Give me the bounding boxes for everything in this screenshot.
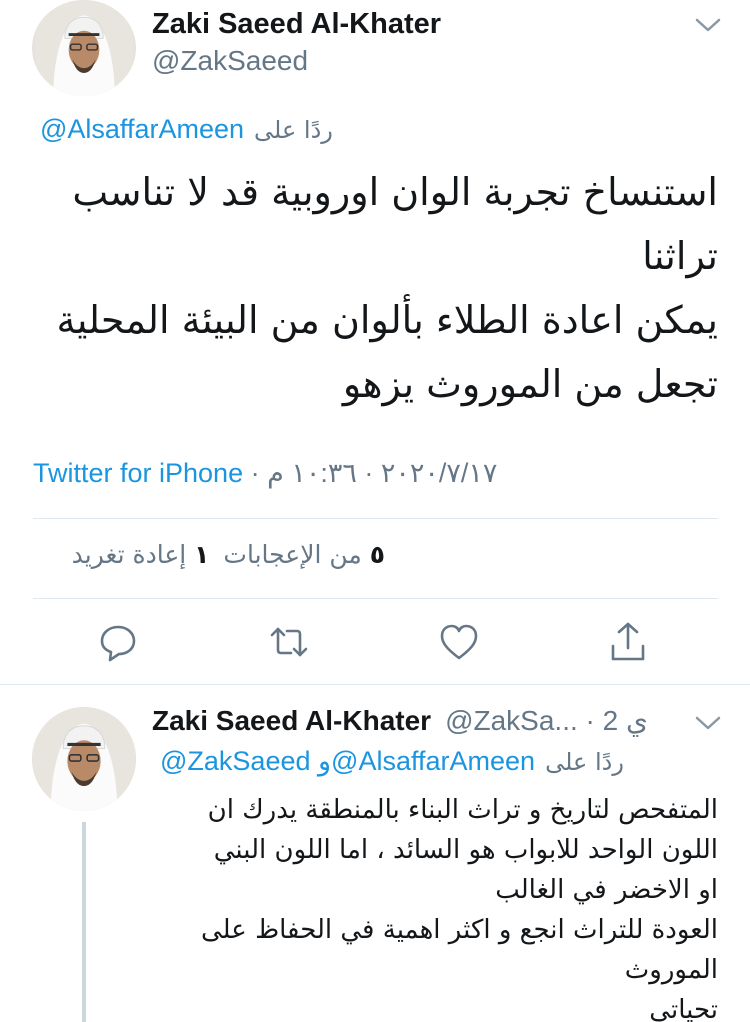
meta-separator: · xyxy=(243,458,268,488)
reply-replying-to-handles[interactable]: @ZakSaeed و@AlsaffarAmeen xyxy=(160,746,535,776)
reply-author-avatar[interactable] xyxy=(32,707,136,811)
reply-text-line: المتفحص لتاريخ و تراث البناء بالمنطقة يد… xyxy=(207,795,718,825)
reply-replying-to-prefix: ردًا على xyxy=(545,748,624,776)
retweets-count: ١ xyxy=(194,540,210,569)
likes-count: ٥ xyxy=(369,540,385,569)
tweet-text: استنساخ تجربة الوان اوروبية قد لا تناسب … xyxy=(28,160,719,416)
chevron-down-icon[interactable] xyxy=(694,14,722,36)
heart-icon[interactable] xyxy=(437,620,481,664)
tweet-time: ١٠:٣٦ م xyxy=(267,458,357,488)
replying-to-handle[interactable]: @AlsaffarAmeen xyxy=(40,114,244,144)
reply-replying-to: @ZakSaeed و@AlsaffarAmeen ردًا على xyxy=(160,746,624,777)
retweets-stat[interactable]: ١ إعادة تغريد xyxy=(72,540,210,569)
thread-line xyxy=(82,822,86,1022)
reply-text-line: الموروث xyxy=(624,955,718,985)
replying-to: @AlsaffarAmeen ردًا على xyxy=(40,114,333,145)
reply-tweet-text: المتفحص لتاريخ و تراث البناء بالمنطقة يد… xyxy=(148,790,718,1022)
tweet-meta: Twitter for iPhone · ٢٠٢٠/٧/١٧ · ١٠:٣٦ م xyxy=(33,458,497,489)
meta-separator: · xyxy=(577,705,603,736)
divider xyxy=(33,518,718,519)
reply-time[interactable]: 2 ي xyxy=(603,705,648,736)
likes-stat[interactable]: ٥ من الإعجابات xyxy=(223,540,385,569)
meta-separator: · xyxy=(356,458,381,488)
reply-text-line: تحياتي xyxy=(649,995,718,1022)
tweet-text-line: تراثنا xyxy=(642,234,718,278)
likes-label: من الإعجابات xyxy=(223,540,362,569)
tweet-source-link[interactable]: Twitter for iPhone xyxy=(33,458,243,488)
avatar-image xyxy=(32,707,136,811)
tweet-text-line: استنساخ تجربة الوان اوروبية قد لا تناسب xyxy=(72,170,718,214)
reply-text-line: اللون الواحد للابواب هو السائد ، اما الل… xyxy=(213,835,718,865)
reply-text-line: العودة للتراث انجع و اكثر اهمية في الحفا… xyxy=(201,915,718,945)
reply-text-line: او الاخضر في الغالب xyxy=(495,875,718,905)
author-handle[interactable]: @ZakSaeed xyxy=(152,45,308,77)
retweet-icon[interactable] xyxy=(267,620,311,664)
tweet-date: ٢٠٢٠/٧/١٧ xyxy=(380,458,498,488)
reply-author-handle[interactable]: @ZakSa... xyxy=(445,705,578,736)
section-divider xyxy=(0,684,750,685)
tweet-stats: ٥ من الإعجابات ١ إعادة تغريد xyxy=(33,540,385,569)
reply-icon[interactable] xyxy=(96,620,140,664)
share-icon[interactable] xyxy=(606,620,650,664)
reply-header: Zaki Saeed Al-Khater @ZakSa... · 2 ي xyxy=(152,704,648,737)
chevron-down-icon[interactable] xyxy=(694,712,722,734)
tweet-text-line: تجعل من الموروث يزهو xyxy=(342,362,718,406)
divider xyxy=(33,598,718,599)
author-avatar[interactable] xyxy=(32,0,136,96)
avatar-image xyxy=(36,0,132,96)
reply-author-name[interactable]: Zaki Saeed Al-Khater xyxy=(152,705,431,736)
tweet-text-line: يمكن اعادة الطلاء بألوان من البيئة المحل… xyxy=(56,298,719,342)
author-name[interactable]: Zaki Saeed Al-Khater xyxy=(152,8,441,41)
retweets-label: إعادة تغريد xyxy=(71,540,187,569)
replying-to-prefix: ردًا على xyxy=(254,116,333,144)
